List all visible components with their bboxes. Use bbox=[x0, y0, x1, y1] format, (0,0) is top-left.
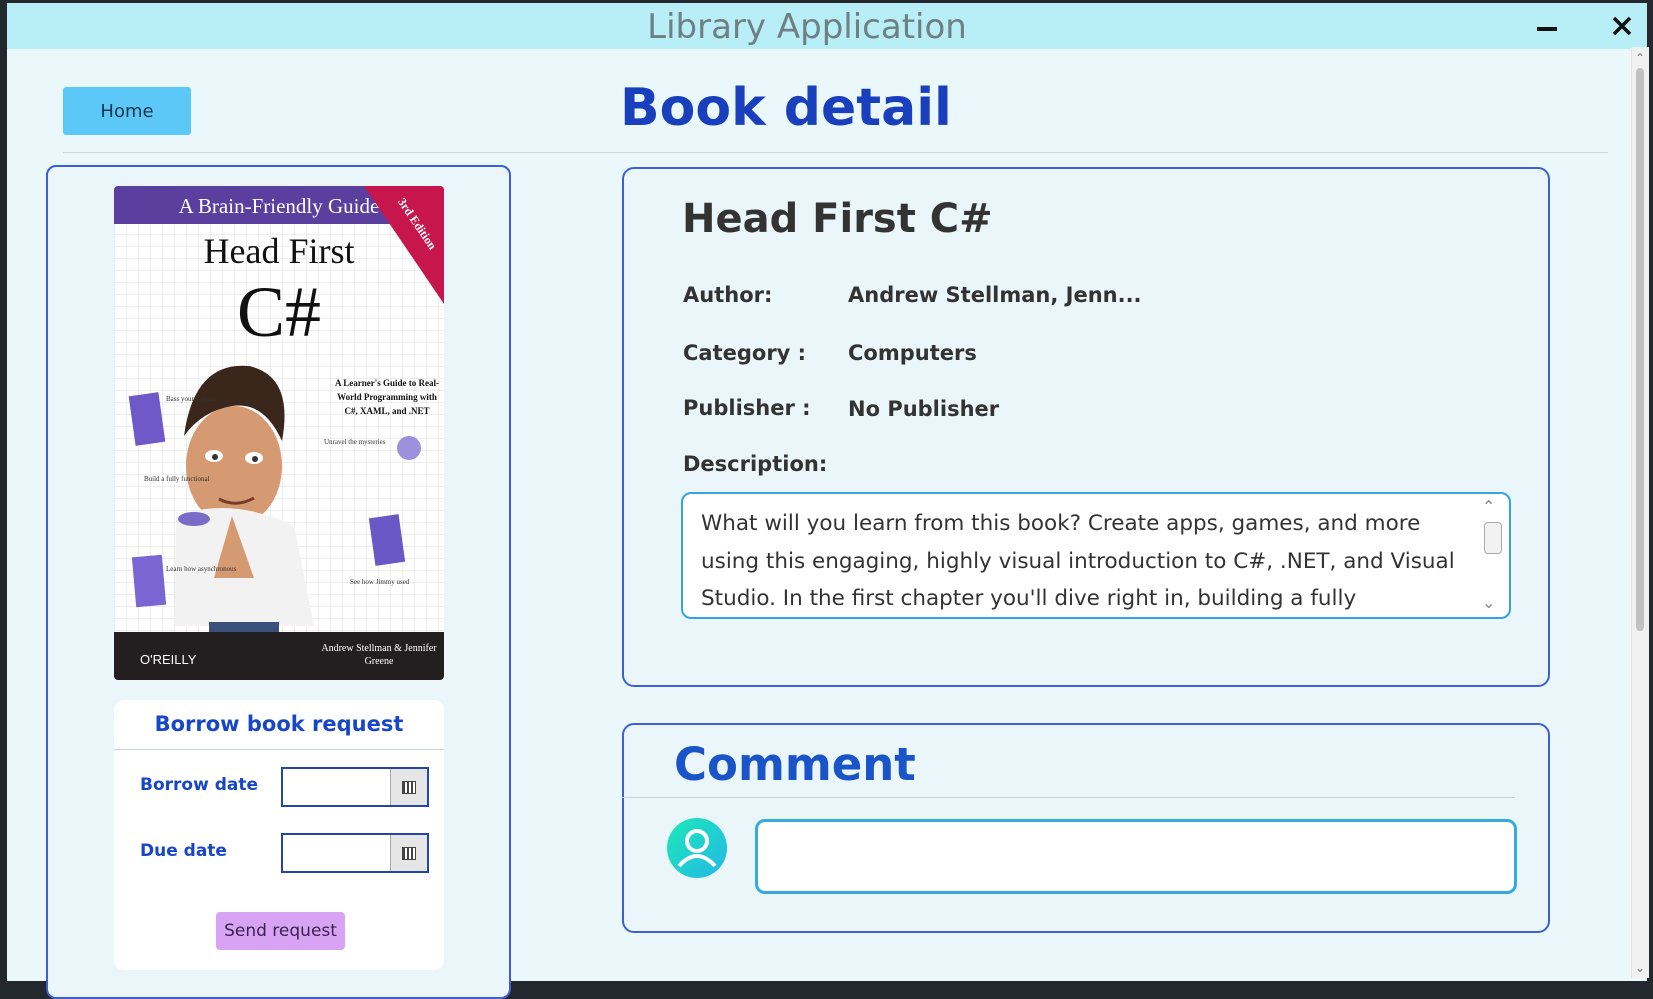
author-value: Andrew Stellman, Jenn... bbox=[848, 283, 1142, 307]
svg-text:Build a fully functional: Build a fully functional bbox=[144, 475, 210, 483]
cover-title-line2: C# bbox=[237, 272, 321, 352]
title-bar: Library Application bbox=[7, 3, 1647, 49]
minimize-icon bbox=[1537, 27, 1557, 31]
book-cover-art: A Brain-Friendly Guide 3rd Edition Head … bbox=[114, 186, 444, 680]
comment-divider bbox=[622, 797, 1515, 798]
category-value: Computers bbox=[848, 341, 977, 365]
svg-text:See how Jimmy used: See how Jimmy used bbox=[350, 578, 410, 586]
svg-text:Learn how asynchronous: Learn how asynchronous bbox=[166, 565, 237, 573]
publisher-value: No Publisher bbox=[848, 397, 1000, 421]
user-avatar bbox=[667, 818, 727, 878]
scroll-thumb[interactable] bbox=[1636, 68, 1644, 631]
page-title: Book detail bbox=[620, 78, 952, 138]
borrow-date-picker[interactable] bbox=[281, 767, 429, 807]
borrow-date-calendar-button[interactable] bbox=[390, 769, 427, 805]
svg-text:Bass your objects: Bass your objects bbox=[166, 395, 216, 403]
borrow-date-input[interactable] bbox=[283, 769, 393, 807]
due-date-picker[interactable] bbox=[281, 833, 429, 873]
borrow-card-title: Borrow book request bbox=[154, 712, 404, 736]
send-request-button[interactable]: Send request bbox=[216, 912, 345, 950]
close-icon bbox=[1612, 16, 1632, 36]
home-button[interactable]: Home bbox=[63, 87, 191, 135]
due-date-input[interactable] bbox=[283, 835, 393, 873]
description-scroll-thumb[interactable] bbox=[1484, 522, 1502, 554]
cover-publisher-logo: O'REILLY bbox=[140, 652, 197, 667]
cover-authors: Andrew Stellman & Jennifer Greene bbox=[321, 643, 437, 667]
scroll-up-icon[interactable]: ⌃ bbox=[1634, 52, 1646, 64]
cover-tagline: A Brain-Friendly Guide bbox=[179, 194, 380, 218]
scroll-down-icon[interactable]: ⌄ bbox=[1634, 962, 1646, 974]
book-title: Head First C# bbox=[682, 196, 993, 242]
publisher-label: Publisher : bbox=[683, 396, 811, 420]
due-date-label: Due date bbox=[140, 841, 227, 861]
cover-subtitle: A Learner's Guide to Real-World Programm… bbox=[335, 378, 439, 416]
close-button[interactable] bbox=[1602, 9, 1642, 43]
description-label: Description: bbox=[683, 452, 828, 476]
description-text: What will you learn from this book? Crea… bbox=[701, 511, 1455, 611]
borrow-date-label: Borrow date bbox=[140, 775, 259, 795]
calendar-icon bbox=[402, 780, 416, 794]
window-title: Library Application bbox=[647, 7, 967, 47]
description-scroll-down-icon[interactable]: ⌄ bbox=[1482, 593, 1495, 612]
svg-text:Unravel the mysteries: Unravel the mysteries bbox=[324, 438, 386, 446]
category-label: Category : bbox=[683, 341, 807, 365]
user-icon bbox=[677, 829, 717, 868]
calendar-icon bbox=[402, 846, 416, 860]
book-cover-image: A Brain-Friendly Guide 3rd Edition Head … bbox=[114, 186, 444, 680]
due-date-calendar-button[interactable] bbox=[390, 835, 427, 871]
borrow-card-divider bbox=[114, 749, 444, 750]
author-label: Author: bbox=[683, 283, 773, 307]
header-divider bbox=[63, 152, 1608, 153]
cover-title-line1: Head First bbox=[204, 231, 355, 271]
minimize-button[interactable] bbox=[1527, 9, 1567, 43]
description-scroll-up-icon[interactable]: ⌃ bbox=[1482, 497, 1495, 516]
comment-input[interactable] bbox=[755, 819, 1517, 894]
comment-title: Comment bbox=[674, 738, 916, 791]
